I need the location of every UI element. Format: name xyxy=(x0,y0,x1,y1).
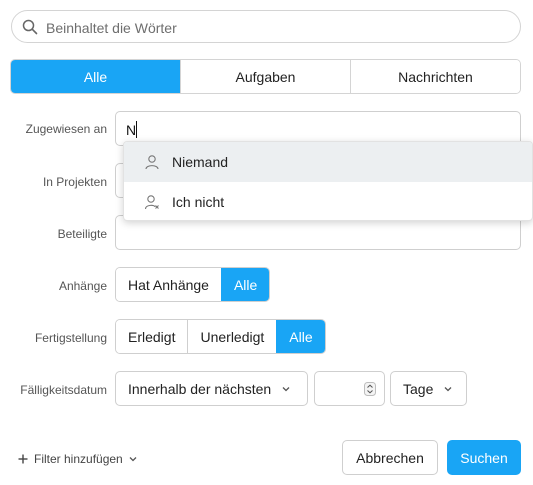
attachments-has-option[interactable]: Hat Anhänge xyxy=(116,268,221,301)
due-number-input[interactable] xyxy=(314,371,385,406)
completion-toggle: Erledigt Unerledigt Alle xyxy=(115,319,326,354)
attachments-label: Anhänge xyxy=(58,279,107,293)
chevron-down-icon xyxy=(129,457,137,462)
text-caret xyxy=(136,121,137,138)
completion-done-option[interactable]: Erledigt xyxy=(116,320,188,353)
completion-open-option[interactable]: Unerledigt xyxy=(187,320,277,353)
stepper-icon[interactable] xyxy=(364,382,376,396)
search-input[interactable] xyxy=(44,17,508,39)
tab-tasks[interactable]: Aufgaben xyxy=(180,60,350,93)
plus-icon xyxy=(18,454,28,464)
assigned-label: Zugewiesen an xyxy=(25,122,107,136)
tab-messages[interactable]: Nachrichten xyxy=(350,60,520,93)
person-icon xyxy=(145,155,159,170)
chevron-down-icon xyxy=(444,386,452,391)
search-icon xyxy=(22,19,38,35)
due-unit-value: Tage xyxy=(403,380,434,397)
add-filter-button[interactable]: Filter hinzufügen xyxy=(18,452,138,466)
assigned-input[interactable] xyxy=(124,119,508,141)
chevron-down-icon xyxy=(282,386,290,391)
participants-label: Beteiligte xyxy=(57,227,107,241)
dropdown-item-nobody[interactable]: Niemand xyxy=(124,142,532,182)
projects-label: In Projekten xyxy=(42,175,107,189)
due-label: Fälligkeitsdatum xyxy=(20,383,107,397)
add-filter-label: Filter hinzufügen xyxy=(34,452,123,466)
completion-label: Fertigstellung xyxy=(34,331,107,345)
dropdown-item-not-me[interactable]: Ich nicht xyxy=(124,182,532,220)
tab-all[interactable]: Alle xyxy=(11,60,180,93)
dropdown-item-label: Niemand xyxy=(172,154,229,170)
assignee-dropdown: Niemand Ich nicht xyxy=(123,141,533,221)
dropdown-item-label: Ich nicht xyxy=(172,194,225,210)
completion-all-option[interactable]: Alle xyxy=(276,320,325,353)
due-range-value: Innerhalb der nächsten xyxy=(128,380,272,397)
search-button[interactable]: Suchen xyxy=(447,440,521,475)
attachments-all-option[interactable]: Alle xyxy=(220,268,270,301)
due-unit-select[interactable]: Tage xyxy=(390,371,467,406)
type-tabs: Alle Aufgaben Nachrichten xyxy=(10,59,521,94)
person-x-icon xyxy=(144,195,159,210)
search-box[interactable] xyxy=(11,10,521,43)
attachments-toggle: Hat Anhänge Alle xyxy=(115,267,271,302)
due-range-select[interactable]: Innerhalb der nächsten xyxy=(115,371,308,406)
cancel-button[interactable]: Abbrechen xyxy=(342,440,438,475)
